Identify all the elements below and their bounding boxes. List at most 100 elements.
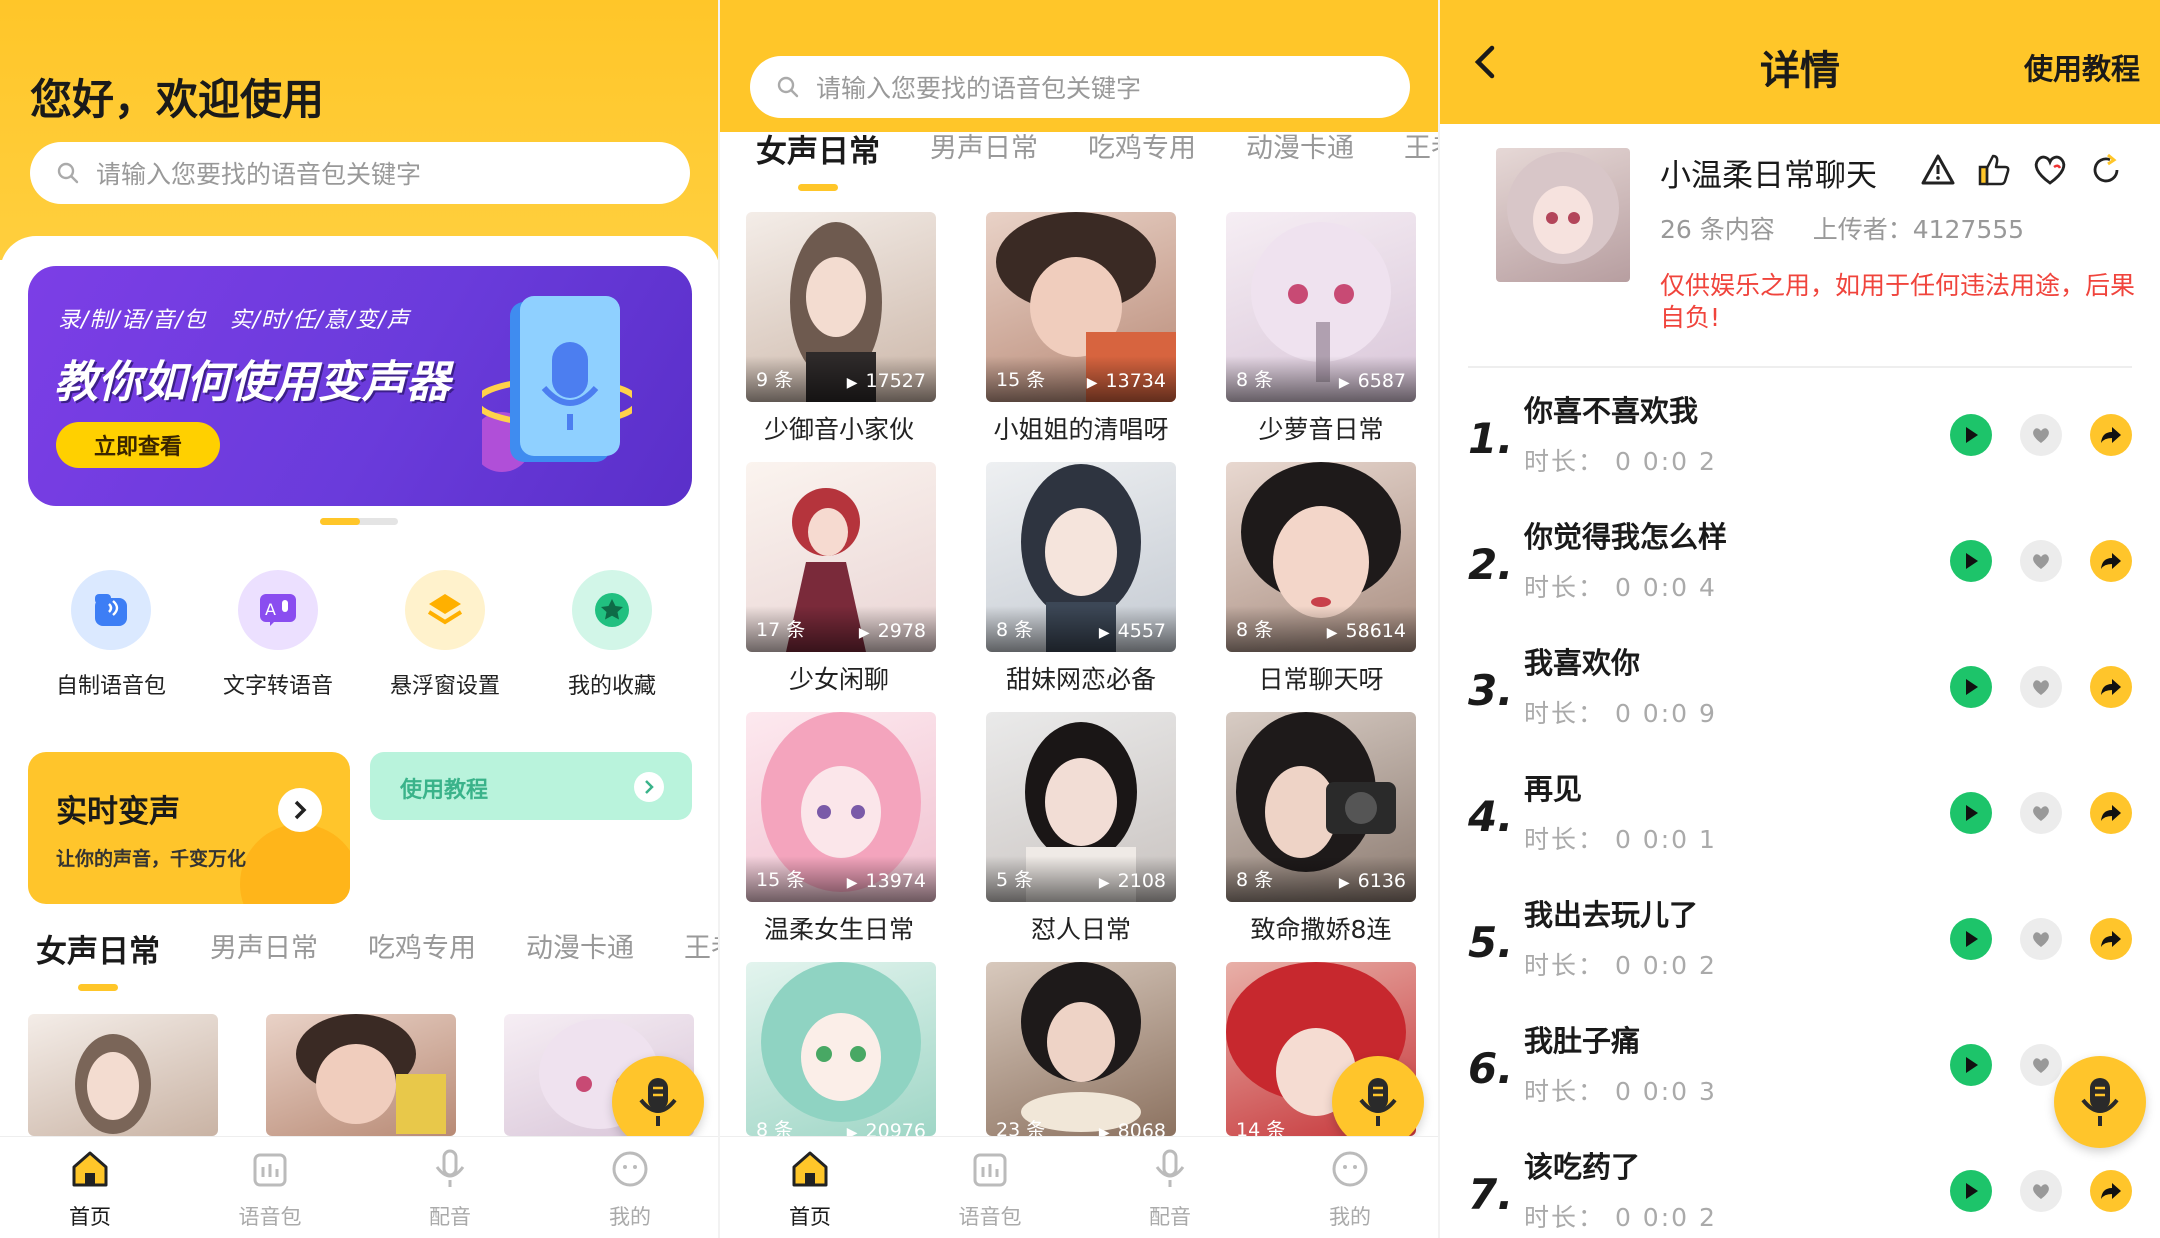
tab-male-daily[interactable]: 男声日常 — [210, 926, 318, 971]
nav-dubbing[interactable]: 配音 — [1080, 1137, 1260, 1238]
microphone-icon — [1155, 1149, 1185, 1187]
tab-anime[interactable]: 动漫卡通 — [1246, 126, 1354, 171]
pack-thumbnail[interactable]: 5 条 2108 — [986, 712, 1176, 902]
realtime-title: 实时变声 — [56, 794, 180, 830]
quick-action-favorites[interactable]: 我的收藏 — [537, 570, 687, 700]
play-icon[interactable] — [1950, 666, 1992, 708]
quick-action-voice-pack[interactable]: 自制语音包 — [36, 570, 186, 700]
search-input[interactable]: 请输入您要找的语音包关键字 — [30, 142, 690, 204]
item-count: 5 条 — [996, 869, 1034, 891]
nav-dubbing[interactable]: 配音 — [360, 1137, 540, 1238]
pack-thumbnail[interactable] — [28, 1014, 218, 1136]
clip-title: 我肚子痛 — [1524, 1024, 1641, 1058]
heart-icon[interactable] — [2020, 414, 2062, 456]
heart-icon[interactable] — [2030, 150, 2070, 190]
tab-kings[interactable]: 王者荣 — [1404, 126, 1440, 171]
nav-profile[interactable]: 我的 — [540, 1137, 720, 1238]
tutorial-card[interactable]: 使用教程 — [370, 752, 692, 820]
profile-icon — [612, 1151, 648, 1187]
tab-pubg[interactable]: 吃鸡专用 — [368, 926, 476, 971]
tab-female-daily[interactable]: 女声日常 — [756, 126, 880, 191]
nav-profile[interactable]: 我的 — [1260, 1137, 1440, 1238]
clip-number: 3. — [1468, 666, 1514, 715]
share-icon[interactable] — [2090, 792, 2132, 834]
pack-thumbnail[interactable]: 8 条 58614 — [1226, 462, 1416, 652]
tab-kings[interactable]: 王者荣 — [684, 926, 720, 971]
banner-subtitle: 录/制/语/音/包 实/时/任/意/变/声 — [58, 308, 410, 333]
play-icon[interactable] — [1950, 918, 1992, 960]
tab-pubg[interactable]: 吃鸡专用 — [1088, 126, 1196, 171]
pack-thumbnail[interactable]: 23 条 8068 — [986, 962, 1176, 1136]
quick-action-label: 自制语音包 — [55, 674, 166, 699]
share-icon[interactable] — [2090, 666, 2132, 708]
heart-icon[interactable] — [2020, 792, 2062, 834]
clip-number: 7. — [1468, 1170, 1514, 1219]
chevron-right-icon[interactable] — [278, 788, 322, 832]
tutorial-banner[interactable]: 录/制/语/音/包 实/时/任/意/变/声 教你如何使用变声器 立即查看 — [28, 266, 692, 506]
item-count: 8 条 — [996, 619, 1034, 641]
pack-thumbnail[interactable]: 9 条 17527 — [746, 212, 936, 402]
nav-home[interactable]: 首页 — [0, 1137, 180, 1238]
pack-thumbnail[interactable]: 15 条 13734 — [986, 212, 1176, 402]
list-screen: 请输入您要找的语音包关键字 女声日常 男声日常 吃鸡专用 动漫卡通 王者荣 9 … — [720, 0, 1440, 1238]
pack-title: 少萝音日常 — [1258, 415, 1384, 444]
play-icon[interactable] — [1950, 1044, 1992, 1086]
heart-icon[interactable] — [2020, 540, 2062, 582]
share-icon[interactable] — [2090, 414, 2132, 456]
clip-row[interactable]: 4. 再见 时长： 0 0:0 1 — [1440, 756, 2160, 882]
record-fab[interactable] — [1332, 1056, 1424, 1148]
view-now-button[interactable]: 立即查看 — [56, 422, 220, 468]
tutorial-link[interactable]: 使用教程 — [2024, 46, 2140, 88]
play-icon[interactable] — [1950, 792, 1992, 834]
clip-row[interactable]: 7. 该吃药了 时长： 0 0:0 2 — [1440, 1134, 2160, 1238]
heart-icon[interactable] — [2020, 918, 2062, 960]
quick-action-text-to-speech[interactable]: A 文字转语音 — [203, 570, 353, 700]
pack-thumbnail[interactable]: 15 条 13974 — [746, 712, 936, 902]
pack-thumbnail[interactable]: 17 条 2978 — [746, 462, 936, 652]
clip-row[interactable]: 2. 你觉得我怎么样 时长： 0 0:0 4 — [1440, 504, 2160, 630]
pack-title: 甜妹网恋必备 — [1005, 665, 1156, 694]
tab-female-daily[interactable]: 女声日常 — [36, 926, 160, 991]
quick-action-label: 文字转语音 — [222, 674, 333, 699]
share-icon[interactable] — [2090, 918, 2132, 960]
play-count: 6587 — [1339, 370, 1406, 392]
quick-action-floating-window[interactable]: 悬浮窗设置 — [370, 570, 520, 700]
like-icon[interactable] — [1974, 150, 2014, 190]
pack-thumbnail[interactable]: 8 条 6136 — [1226, 712, 1416, 902]
pack-thumbnail[interactable]: 8 条 4557 — [986, 462, 1176, 652]
pack-title: 致命撒娇8连 — [1250, 915, 1392, 944]
pack-thumbnail[interactable]: 8 条 20976 — [746, 962, 936, 1136]
share-icon[interactable] — [2090, 1170, 2132, 1212]
record-fab[interactable] — [2054, 1056, 2146, 1148]
play-icon[interactable] — [1950, 1170, 1992, 1212]
pack-title: 怼人日常 — [1030, 915, 1131, 944]
play-icon[interactable] — [1950, 540, 1992, 582]
pack-thumbnail[interactable] — [266, 1014, 456, 1136]
refresh-icon[interactable] — [2086, 150, 2126, 190]
search-input[interactable]: 请输入您要找的语音包关键字 — [750, 56, 1410, 118]
heart-icon[interactable] — [2020, 1044, 2062, 1086]
play-icon[interactable] — [1950, 414, 1992, 456]
clip-row[interactable]: 1. 你喜不喜欢我 时长： 0 0:0 2 — [1440, 378, 2160, 504]
pack-thumbnail[interactable]: 8 条 6587 — [1226, 212, 1416, 402]
heart-icon[interactable] — [2020, 666, 2062, 708]
nav-home[interactable]: 首页 — [720, 1137, 900, 1238]
tab-male-daily[interactable]: 男声日常 — [930, 126, 1038, 171]
heart-icon[interactable] — [2020, 1170, 2062, 1212]
star-favorites-icon — [572, 570, 652, 650]
record-fab[interactable] — [612, 1056, 704, 1148]
share-icon[interactable] — [2090, 540, 2132, 582]
report-icon[interactable] — [1918, 150, 1958, 190]
clip-row[interactable]: 6. 我肚子痛 时长： 0 0:0 3 — [1440, 1008, 2160, 1134]
nav-voice-pack[interactable]: 语音包 — [180, 1137, 360, 1238]
voice-pack-nav-icon — [253, 1153, 287, 1187]
nav-voice-pack[interactable]: 语音包 — [900, 1137, 1080, 1238]
profile-icon — [1332, 1151, 1368, 1187]
clip-row[interactable]: 5. 我出去玩儿了 时长： 0 0:0 2 — [1440, 882, 2160, 1008]
clip-row[interactable]: 3. 我喜欢你 时长： 0 0:0 9 — [1440, 630, 2160, 756]
search-placeholder: 请输入您要找的语音包关键字 — [96, 160, 422, 189]
realtime-voice-card[interactable]: 实时变声 让你的声音，千变万化 — [28, 752, 350, 904]
tab-anime[interactable]: 动漫卡通 — [526, 926, 634, 971]
play-count: 2108 — [1099, 870, 1166, 892]
home-icon — [72, 1151, 108, 1187]
